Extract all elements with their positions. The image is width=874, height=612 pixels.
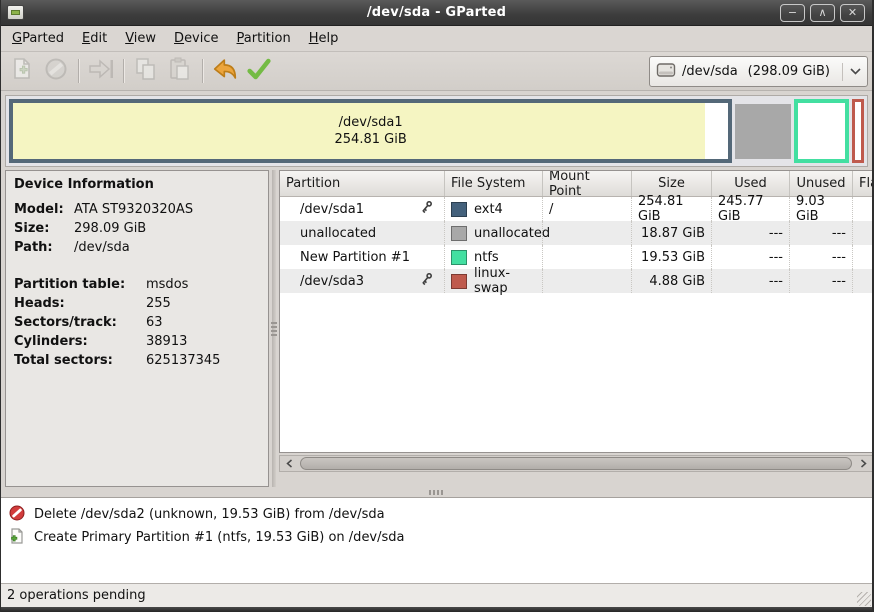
horizontal-scrollbar[interactable]	[279, 455, 872, 472]
delete-partition-icon	[44, 57, 68, 85]
toolbar-separator	[202, 59, 203, 83]
resize-move-button[interactable]	[84, 55, 118, 87]
partition-table-value: msdos	[146, 276, 268, 294]
gparted-window: /dev/sda - GParted − ∧ ✕ GParted Edit Vi…	[0, 0, 874, 612]
pending-operations-status: 2 operations pending	[7, 588, 146, 603]
path-value: /dev/sda	[74, 239, 268, 257]
key-icon	[419, 271, 434, 291]
operation-delete-sda2[interactable]: Delete /dev/sda2 (unknown, 19.53 GiB) fr…	[9, 503, 872, 526]
operation-create-partition[interactable]: Create Primary Partition #1 (ntfs, 19.53…	[9, 526, 872, 549]
menu-partition[interactable]: Partition	[228, 27, 300, 50]
apply-button[interactable]	[242, 55, 276, 87]
menu-edit[interactable]: Edit	[73, 27, 116, 50]
scroll-right-icon[interactable]	[854, 456, 872, 471]
sectors-track-value: 63	[146, 314, 268, 332]
delete-partition-button[interactable]	[39, 55, 73, 87]
device-info-panel: Device Information Model:ATA ST9320320AS…	[5, 170, 269, 487]
column-header-partition[interactable]: Partition	[280, 171, 445, 196]
menu-help[interactable]: Help	[300, 27, 348, 50]
fs-color-swatch-ntfs	[451, 250, 467, 265]
scroll-left-icon[interactable]	[280, 456, 298, 471]
fs-color-swatch-unallocated	[451, 226, 467, 241]
new-partition-button[interactable]	[5, 55, 39, 87]
column-header-mount-point[interactable]: Mount Point	[543, 171, 632, 196]
cylinders-value: 38913	[146, 333, 268, 351]
device-info-group1: Model:ATA ST9320320AS Size:298.09 GiB Pa…	[14, 201, 268, 257]
paste-button[interactable]	[163, 55, 197, 87]
menu-gparted[interactable]: GParted	[3, 27, 73, 50]
pane-splitter-horizontal[interactable]	[1, 487, 872, 497]
sda1-bar-label: /dev/sda1 254.81 GiB	[13, 103, 728, 159]
minimize-button[interactable]: −	[780, 4, 805, 22]
pane-splitter-vertical[interactable]	[269, 170, 279, 487]
column-header-file-system[interactable]: File System	[445, 171, 543, 196]
create-operation-icon	[9, 528, 25, 548]
scrollbar-thumb[interactable]	[300, 457, 852, 470]
partition-table: Partition File System Mount Point Size U…	[279, 170, 872, 453]
partition-list-pane: Partition File System Mount Point Size U…	[279, 170, 872, 487]
copy-button[interactable]	[129, 55, 163, 87]
table-header-row: Partition File System Mount Point Size U…	[280, 171, 872, 197]
table-row-sda1[interactable]: /dev/sda1 ext4 / 254.81 GiB 245.77 GiB 9…	[280, 197, 872, 221]
titlebar: /dev/sda - GParted − ∧ ✕	[1, 0, 872, 26]
apply-icon	[247, 58, 271, 84]
column-header-used[interactable]: Used	[712, 171, 790, 196]
menubar: GParted Edit View Device Partition Help	[1, 26, 872, 52]
bar-segment-sda3[interactable]	[852, 99, 864, 163]
resize-move-icon	[88, 58, 114, 84]
toolbar-separator	[78, 59, 79, 83]
table-row-sda3[interactable]: /dev/sda3 linux-swap 4.88 GiB --- ---	[280, 269, 872, 293]
column-header-size[interactable]: Size	[632, 171, 712, 196]
device-path: /dev/sda	[682, 64, 738, 79]
bar-segment-unallocated[interactable]	[735, 104, 791, 159]
window-resize-grip[interactable]	[857, 592, 871, 606]
table-row-unallocated[interactable]: unallocated unallocated 18.87 GiB --- --…	[280, 221, 872, 245]
total-sectors-value: 625137345	[146, 352, 268, 370]
splitter-grip	[271, 322, 277, 336]
window-controls: − ∧ ✕	[780, 4, 865, 22]
main-area: Device Information Model:ATA ST9320320AS…	[1, 170, 872, 487]
operation-text: Delete /dev/sda2 (unknown, 19.53 GiB) fr…	[34, 507, 385, 522]
maximize-button[interactable]: ∧	[810, 4, 835, 22]
copy-icon	[134, 57, 158, 85]
statusbar: 2 operations pending	[1, 583, 872, 607]
bar-segment-sda1[interactable]: /dev/sda1 254.81 GiB	[9, 99, 732, 163]
delete-operation-icon	[9, 505, 25, 525]
model-value: ATA ST9320320AS	[74, 201, 268, 219]
operations-panel: Delete /dev/sda2 (unknown, 19.53 GiB) fr…	[1, 497, 872, 583]
window-bottom-edge	[1, 607, 872, 612]
splitter-grip	[429, 490, 445, 495]
fs-color-swatch-ext4	[451, 202, 467, 217]
paste-icon	[168, 57, 192, 85]
size-value: 298.09 GiB	[74, 220, 268, 238]
menu-device[interactable]: Device	[165, 27, 227, 50]
partition-visual-bar: /dev/sda1 254.81 GiB	[5, 95, 868, 167]
window-title: /dev/sda - GParted	[1, 5, 872, 20]
toolbar-separator	[123, 59, 124, 83]
fs-color-swatch-linux-swap	[451, 274, 467, 289]
operation-text: Create Primary Partition #1 (ntfs, 19.53…	[34, 530, 405, 545]
new-partition-icon	[11, 57, 33, 85]
undo-button[interactable]	[208, 55, 242, 87]
device-size: (298.09 GiB)	[748, 64, 830, 79]
device-info-title: Device Information	[14, 177, 268, 192]
undo-icon	[212, 58, 238, 84]
heads-value: 255	[146, 295, 268, 313]
close-button[interactable]: ✕	[840, 4, 865, 22]
toolbar: /dev/sda (298.09 GiB)	[1, 52, 872, 91]
column-header-flags[interactable]: Flags	[853, 171, 872, 196]
chevron-down-icon	[842, 63, 861, 81]
menu-view[interactable]: View	[116, 27, 165, 50]
hard-drive-icon	[656, 61, 676, 83]
key-icon	[419, 199, 434, 219]
device-selector[interactable]: /dev/sda (298.09 GiB)	[649, 56, 868, 87]
table-row-new-partition[interactable]: New Partition #1 ntfs 19.53 GiB --- ---	[280, 245, 872, 269]
bar-segment-new-partition[interactable]	[794, 99, 849, 163]
column-header-unused[interactable]: Unused	[790, 171, 853, 196]
device-info-group2: Partition table:msdos Heads:255 Sectors/…	[14, 276, 268, 370]
